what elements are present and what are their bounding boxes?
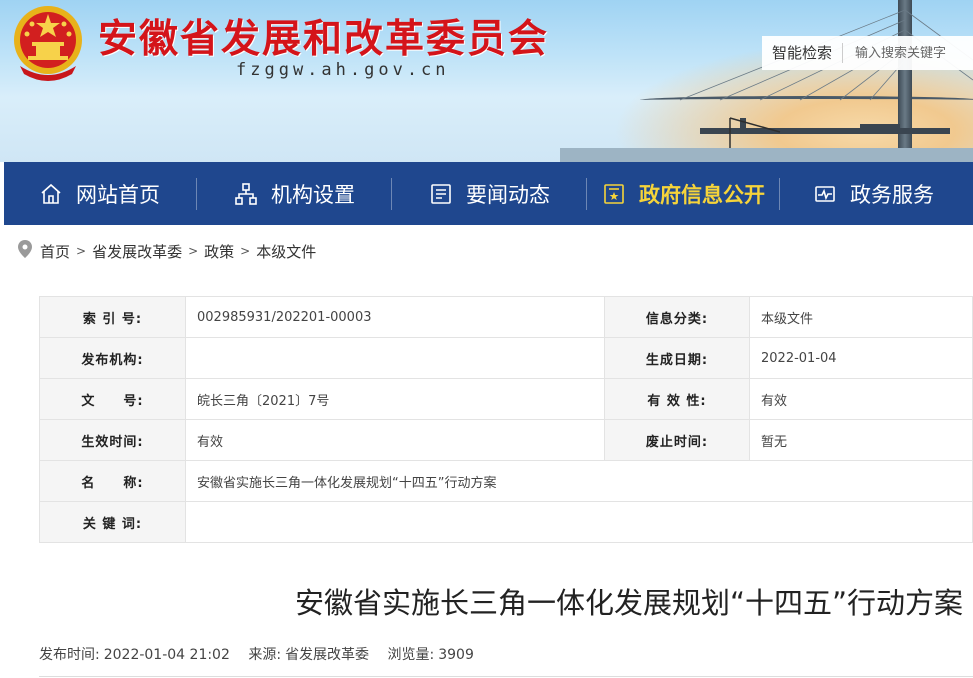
doc-name-value: 安徽省实施长三角一体化发展规划“十四五”行动方案 [185, 460, 973, 502]
nav-divider [391, 177, 392, 210]
publisher-label: 发布机构: [39, 337, 186, 379]
index-number-value: 002985931/202201-00003 [185, 296, 605, 338]
document-info-table: 索 引 号: 002985931/202201-00003 信息分类: 本级文件… [39, 296, 973, 543]
site-title[interactable]: 安徽省发展和改革委员会 [98, 8, 549, 64]
table-row: 名 称: 安徽省实施长三角一体化发展规划“十四五”行动方案 [39, 460, 973, 502]
source-value: 省发展改革委 [285, 647, 370, 663]
expiry-time-value: 暂无 [749, 419, 973, 461]
nav-item-news[interactable]: 要闻动态 [428, 162, 550, 225]
nav-divider [586, 177, 587, 210]
site-domain: fzggw.ah.gov.cn [236, 60, 450, 80]
org-chart-icon [233, 181, 259, 207]
search-input[interactable] [855, 45, 966, 61]
breadcrumb-home[interactable]: 首页 [40, 241, 70, 262]
source-label: 来源: [248, 647, 282, 663]
nav-item-organization[interactable]: 机构设置 [233, 162, 355, 225]
category-label: 信息分类: [604, 296, 750, 338]
article-meta: 发布时间: 2022-01-04 21:02 来源: 省发展改革委 浏览量: 3909 [39, 644, 478, 664]
validity-value: 有效 [749, 378, 973, 420]
breadcrumb-current[interactable]: 本级文件 [256, 241, 316, 262]
effective-time-label: 生效时间: [39, 419, 186, 461]
doc-number-value: 皖长三角〔2021〕7号 [185, 378, 605, 420]
national-emblem-icon [14, 6, 82, 81]
nav-item-gov-info[interactable]: 政府信息公开 [601, 162, 765, 225]
chevron-right-icon: > [76, 244, 87, 258]
location-pin-icon [18, 240, 32, 262]
created-date-value: 2022-01-04 [749, 337, 973, 379]
created-date-label: 生成日期: [604, 337, 750, 379]
keywords-value [185, 501, 973, 543]
breadcrumb-policy[interactable]: 政策 [204, 241, 234, 262]
publish-time-label: 发布时间: [39, 647, 100, 663]
search-box: 智能检索 [762, 36, 973, 70]
table-row: 文 号: 皖长三角〔2021〕7号 有 效 性: 有效 [39, 378, 973, 420]
table-row: 索 引 号: 002985931/202201-00003 信息分类: 本级文件 [39, 296, 973, 338]
article-title: 安徽省实施长三角一体化发展规划“十四五”行动方案 [294, 586, 963, 620]
news-icon [428, 181, 454, 207]
gov-info-icon [601, 181, 627, 207]
service-icon [812, 181, 838, 207]
views-count: 3909 [438, 647, 474, 663]
table-row: 关 键 词: [39, 501, 973, 543]
doc-name-label: 名 称: [39, 460, 186, 502]
smart-search-button[interactable]: 智能检索 [762, 43, 844, 63]
chevron-right-icon: > [240, 244, 251, 258]
doc-number-label: 文 号: [39, 378, 186, 420]
publisher-value [185, 337, 605, 379]
nav-divider [779, 177, 780, 210]
chevron-right-icon: > [188, 244, 199, 258]
nav-item-services[interactable]: 政务服务 [812, 162, 934, 225]
home-icon [38, 181, 64, 207]
nav-item-label: 政务服务 [850, 182, 934, 207]
category-value: 本级文件 [749, 296, 973, 338]
table-row: 发布机构: 生成日期: 2022-01-04 [39, 337, 973, 379]
nav-item-home[interactable]: 网站首页 [38, 162, 160, 225]
nav-item-label: 政府信息公开 [639, 182, 765, 207]
header-banner: 安徽省发展和改革委员会 fzggw.ah.gov.cn 智能检索 [0, 0, 973, 162]
main-nav: 网站首页 机构设置 要闻动态 政府信息公开 政务服务 [4, 162, 973, 225]
expiry-time-label: 废止时间: [604, 419, 750, 461]
publish-time-value: 2022-01-04 21:02 [103, 647, 230, 663]
views-label: 浏览量: [387, 647, 435, 663]
nav-item-label: 网站首页 [76, 182, 160, 207]
validity-label: 有 效 性: [604, 378, 750, 420]
table-row: 生效时间: 有效 废止时间: 暂无 [39, 419, 973, 461]
nav-item-label: 要闻动态 [466, 182, 550, 207]
effective-time-value: 有效 [185, 419, 605, 461]
index-number-label: 索 引 号: [39, 296, 186, 338]
breadcrumb: 首页 > 省发展改革委 > 政策 > 本级文件 [18, 240, 316, 262]
breadcrumb-ndrc[interactable]: 省发展改革委 [92, 241, 182, 262]
nav-item-label: 机构设置 [271, 182, 355, 207]
divider [39, 676, 973, 677]
nav-divider [196, 177, 197, 210]
keywords-label: 关 键 词: [39, 501, 186, 543]
